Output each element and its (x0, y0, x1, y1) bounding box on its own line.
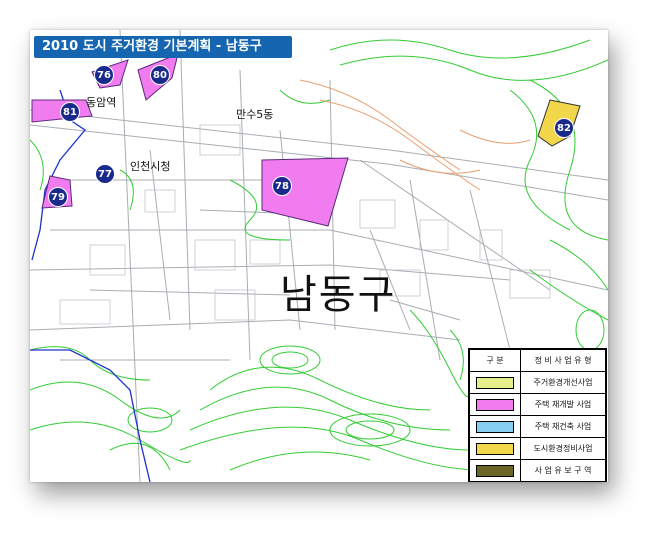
area-marker-76[interactable]: 76 (94, 65, 114, 85)
place-label-mansu5dong: 만수5동 (236, 108, 274, 121)
legend-table: 구 분 정 비 사 업 유 형 주거환경개선사업 주택 재개발 사업 주택 재건… (469, 349, 606, 482)
place-label-incheon-city-hall: 인천시청 (130, 160, 171, 173)
legend-row: 주택 재건축 사업 (469, 415, 606, 438)
legend-label: 주택 재개발 사업 (520, 393, 606, 416)
legend-header: 구 분 정 비 사 업 유 형 (469, 349, 606, 372)
legend-row: 사 업 유 보 구 역 (469, 459, 606, 482)
place-label-dongam-station: 동암역 (86, 96, 117, 109)
map-title: 2010 도시 주거환경 기본계획 - 남동구 (34, 36, 292, 58)
area-marker-82[interactable]: 82 (554, 118, 574, 138)
legend-swatch-urban-environment (476, 442, 514, 455)
district-label: 남동구 (280, 272, 397, 318)
legend-label: 사 업 유 보 구 역 (520, 459, 606, 482)
area-marker-77[interactable]: 77 (95, 164, 115, 184)
area-marker-81[interactable]: 81 (60, 102, 80, 122)
map-frame: 2010 도시 주거환경 기본계획 - 남동구 동암역 만수5동 인천시청 남동… (30, 30, 608, 482)
area-marker-79[interactable]: 79 (48, 187, 68, 207)
area-marker-78[interactable]: 78 (272, 176, 292, 196)
legend-swatch-reconstruction (476, 420, 514, 433)
legend-label: 도시환경정비사업 (520, 437, 606, 460)
legend-row: 주거환경개선사업 (469, 371, 606, 394)
legend-swatch-improvement (476, 376, 514, 389)
map-legend: 구 분 정 비 사 업 유 형 주거환경개선사업 주택 재개발 사업 주택 재건… (468, 348, 607, 482)
legend-header-right: 정 비 사 업 유 형 (520, 349, 606, 372)
legend-swatch-reserved (476, 464, 514, 477)
legend-header-left: 구 분 (469, 349, 521, 372)
legend-swatch-redevelopment (476, 398, 514, 411)
legend-label: 주택 재건축 사업 (520, 415, 606, 438)
legend-row: 도시환경정비사업 (469, 437, 606, 460)
area-marker-80[interactable]: 80 (150, 65, 170, 85)
legend-label: 주거환경개선사업 (520, 371, 606, 394)
legend-row: 주택 재개발 사업 (469, 393, 606, 416)
